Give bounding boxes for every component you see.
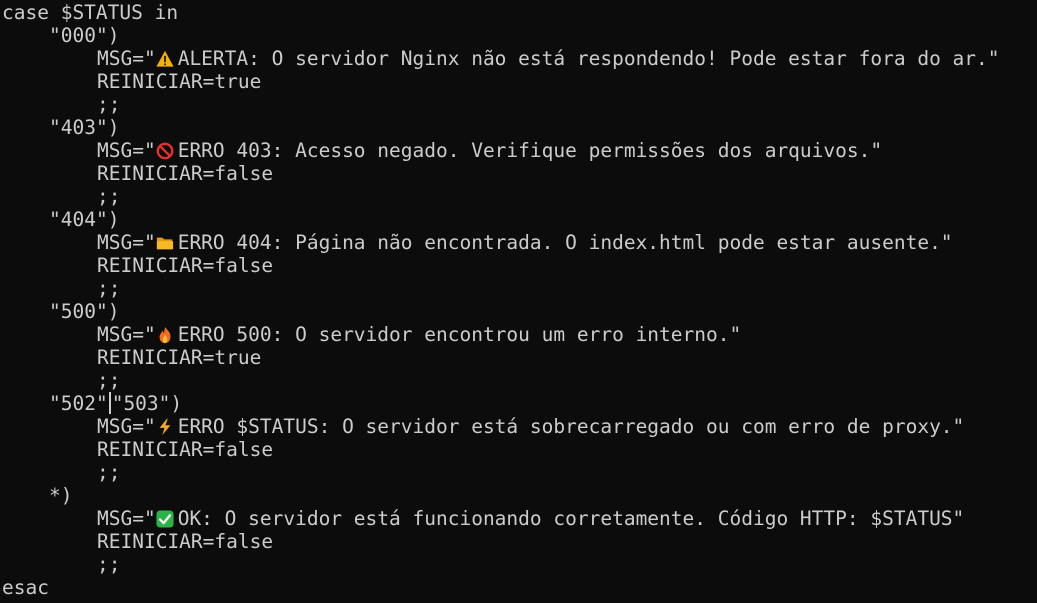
code-text: REINICIAR=false bbox=[97, 438, 274, 461]
code-line: ;; bbox=[2, 553, 1037, 576]
code-text: MSG=" bbox=[97, 139, 156, 162]
code-text: esac bbox=[2, 576, 49, 599]
message-text: OK: O servidor está funcionando corretam… bbox=[177, 507, 965, 530]
case-pattern: "403") bbox=[49, 116, 120, 139]
code-text: REINICIAR=false bbox=[97, 162, 274, 185]
case-pattern: "000") bbox=[49, 24, 120, 47]
code-line: MSG=" ERRO 404: Página não encontrada. O … bbox=[2, 231, 1037, 254]
code-line: MSG=" ALERTA: O servidor Nginx não está r… bbox=[2, 47, 1037, 70]
code-line: MSG=" ERRO 403: Acesso negado. Verifique … bbox=[2, 139, 1037, 162]
code-line: ;; bbox=[2, 461, 1037, 484]
code-text: MSG=" bbox=[97, 415, 156, 438]
code-text: ;; bbox=[97, 369, 121, 392]
case-pattern: "404") bbox=[49, 208, 120, 231]
fire-icon bbox=[159, 326, 171, 344]
code-line: *) bbox=[2, 484, 1037, 507]
no-entry-icon bbox=[156, 142, 174, 160]
message-text: ERRO 403: Acesso negado. Verifique permi… bbox=[177, 139, 883, 162]
message-text: ERRO 404: Página não encontrada. O index… bbox=[177, 231, 953, 254]
code-line: MSG=" OK: O servidor está funcionando cor… bbox=[2, 507, 1037, 530]
code-text: MSG=" bbox=[97, 323, 156, 346]
code-text: case $STATUS in bbox=[2, 1, 179, 24]
code-line: REINICIAR=true bbox=[2, 70, 1037, 93]
text-cursor bbox=[108, 392, 111, 414]
code-text: ;; bbox=[97, 553, 121, 576]
code-line: REINICIAR=false bbox=[2, 162, 1037, 185]
message-text: ALERTA: O servidor Nginx não está respon… bbox=[177, 47, 1000, 70]
code-line: MSG=" ERRO $STATUS: O servidor está sobre… bbox=[2, 415, 1037, 438]
case-pattern: "500") bbox=[49, 300, 120, 323]
code-line: esac bbox=[2, 576, 1037, 599]
lightning-icon bbox=[159, 418, 171, 436]
code-line: "404") bbox=[2, 208, 1037, 231]
code-text: REINICIAR=false bbox=[97, 530, 274, 553]
code-line: MSG=" ERRO 500: O servidor encontrou um e… bbox=[2, 323, 1037, 346]
terminal-window[interactable]: case $STATUS in "000") MSG=" ALERTA: O se… bbox=[0, 0, 1037, 603]
code-text: MSG=" bbox=[97, 231, 156, 254]
code-line: REINICIAR=false bbox=[2, 530, 1037, 553]
code-text: MSG=" bbox=[97, 507, 156, 530]
message-text: ERRO $STATUS: O servidor está sobrecarre… bbox=[177, 415, 965, 438]
code-line: ;; bbox=[2, 93, 1037, 116]
code-line: REINICIAR=false bbox=[2, 438, 1037, 461]
case-pattern: "503") bbox=[111, 392, 183, 415]
code-line: REINICIAR=false bbox=[2, 254, 1037, 277]
code-text: ;; bbox=[97, 277, 121, 300]
code-line: ;; bbox=[2, 185, 1037, 208]
code-line: "502" "503") bbox=[2, 392, 1037, 415]
code-line: REINICIAR=true bbox=[2, 346, 1037, 369]
case-pattern: "502" bbox=[49, 392, 108, 415]
folder-icon bbox=[156, 237, 173, 250]
code-text: REINICIAR=true bbox=[97, 70, 262, 93]
case-pattern: *) bbox=[49, 484, 73, 507]
check-mark-icon bbox=[156, 510, 174, 528]
code-text: REINICIAR=true bbox=[97, 346, 262, 369]
code-line: "500") bbox=[2, 300, 1037, 323]
code-line: "000") bbox=[2, 24, 1037, 47]
warning-icon bbox=[156, 50, 174, 67]
code-text: ;; bbox=[97, 185, 121, 208]
code-line: "403") bbox=[2, 116, 1037, 139]
code-text: REINICIAR=false bbox=[97, 254, 274, 277]
code-text: ;; bbox=[97, 461, 121, 484]
code-text: ;; bbox=[97, 93, 121, 116]
code-text: MSG=" bbox=[97, 47, 156, 70]
message-text: ERRO 500: O servidor encontrou um erro i… bbox=[177, 323, 742, 346]
code-line: ;; bbox=[2, 277, 1037, 300]
code-line: ;; bbox=[2, 369, 1037, 392]
code-line: case $STATUS in bbox=[2, 1, 1037, 24]
